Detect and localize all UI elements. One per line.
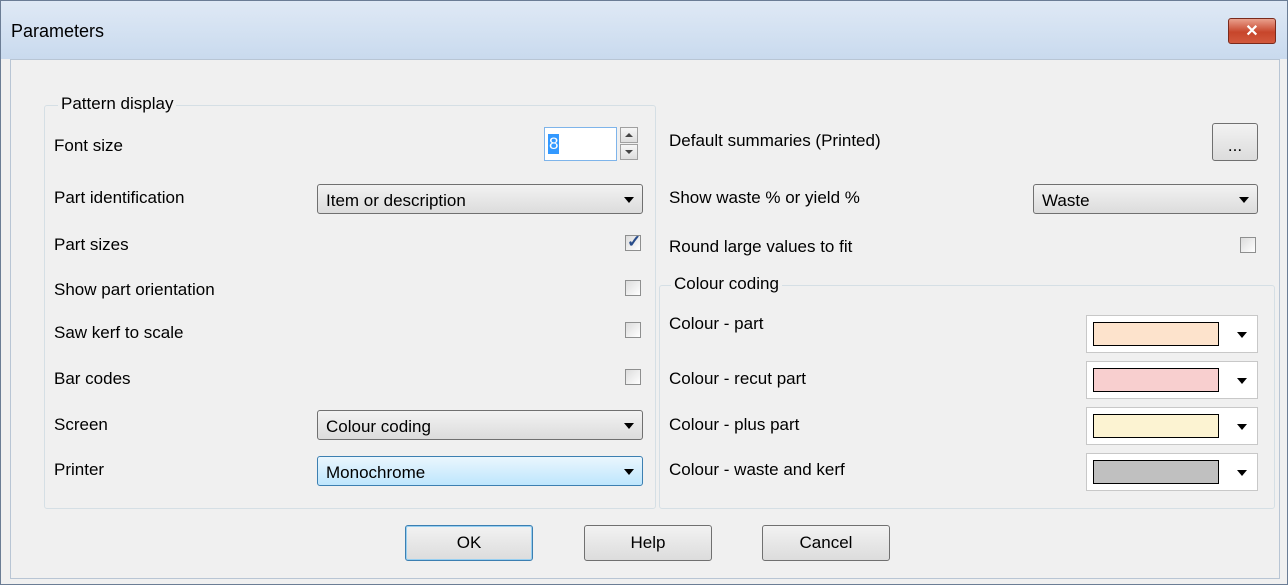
colour-recut-swatch xyxy=(1093,368,1219,392)
dialog-title: Parameters xyxy=(11,21,105,41)
parameters-dialog: Parameters ✕ Pattern display Font size 8… xyxy=(0,0,1288,585)
arrow-down-icon xyxy=(625,150,633,154)
chevron-down-icon xyxy=(1237,424,1247,430)
part-identification-select[interactable]: Item or description xyxy=(317,184,643,214)
show-part-orientation-checkbox[interactable] xyxy=(625,280,641,296)
arrow-up-icon xyxy=(625,133,633,137)
chevron-down-icon xyxy=(624,469,634,475)
colour-plus-picker[interactable] xyxy=(1086,407,1258,445)
colour-recut-label: Colour - recut part xyxy=(669,369,806,388)
colour-plus-label: Colour - plus part xyxy=(669,415,800,434)
part-identification-label: Part identification xyxy=(54,188,185,207)
part-identification-value: Item or description xyxy=(326,191,466,210)
ok-button[interactable]: OK xyxy=(405,525,533,561)
colour-part-label: Colour - part xyxy=(669,314,764,333)
colour-waste-picker[interactable] xyxy=(1086,453,1258,491)
colour-waste-label: Colour - waste and kerf xyxy=(669,460,845,479)
printer-select[interactable]: Monochrome xyxy=(317,456,643,486)
part-sizes-label: Part sizes xyxy=(54,235,129,254)
font-size-input[interactable]: 8 xyxy=(544,127,617,161)
saw-kerf-checkbox[interactable] xyxy=(625,322,641,338)
chevron-down-icon xyxy=(1237,332,1247,338)
help-label: Help xyxy=(630,533,666,552)
help-button[interactable]: Help xyxy=(584,525,712,561)
chevron-down-icon xyxy=(1237,378,1247,384)
pattern-display-group xyxy=(44,105,656,509)
spin-down-button[interactable] xyxy=(620,144,638,160)
bar-codes-checkbox[interactable] xyxy=(625,369,641,385)
chevron-down-icon xyxy=(1239,197,1249,203)
saw-kerf-label: Saw kerf to scale xyxy=(54,323,184,342)
font-size-label: Font size xyxy=(54,136,123,155)
chevron-down-icon xyxy=(624,197,634,203)
waste-yield-select[interactable]: Waste xyxy=(1033,184,1258,214)
show-part-orientation-label: Show part orientation xyxy=(54,280,215,299)
dialog-client: Pattern display Font size 8 Part identif… xyxy=(10,59,1280,579)
colour-plus-swatch xyxy=(1093,414,1219,438)
waste-yield-value: Waste xyxy=(1042,191,1090,210)
colour-part-swatch xyxy=(1093,322,1219,346)
waste-yield-label: Show waste % or yield % xyxy=(669,188,860,207)
cancel-label: Cancel xyxy=(799,533,853,552)
font-size-spinner[interactable] xyxy=(620,127,638,161)
screen-select[interactable]: Colour coding xyxy=(317,410,643,440)
colour-waste-swatch xyxy=(1093,460,1219,484)
colour-recut-picker[interactable] xyxy=(1086,361,1258,399)
round-large-checkbox[interactable] xyxy=(1240,237,1256,253)
round-large-label: Round large values to fit xyxy=(669,237,853,256)
default-summaries-label: Default summaries (Printed) xyxy=(669,131,881,150)
screen-label: Screen xyxy=(54,415,108,434)
font-size-value: 8 xyxy=(548,134,560,154)
ellipsis-icon: ... xyxy=(1227,136,1243,155)
cancel-button[interactable]: Cancel xyxy=(762,525,890,561)
colour-coding-legend: Colour coding xyxy=(671,274,782,294)
screen-value: Colour coding xyxy=(326,417,431,436)
printer-value: Monochrome xyxy=(326,463,426,482)
default-summaries-button[interactable]: ... xyxy=(1212,123,1258,161)
chevron-down-icon xyxy=(624,423,634,429)
checkmark-icon: ✓ xyxy=(627,232,642,251)
ok-label: OK xyxy=(456,533,482,552)
printer-label: Printer xyxy=(54,460,105,479)
title-bar[interactable]: Parameters ✕ xyxy=(1,1,1287,59)
part-sizes-checkbox[interactable]: ✓ xyxy=(625,232,642,251)
colour-part-picker[interactable] xyxy=(1086,315,1258,353)
chevron-down-icon xyxy=(1237,470,1247,476)
close-icon: ✕ xyxy=(1245,23,1259,40)
bar-codes-label: Bar codes xyxy=(54,369,131,388)
close-button[interactable]: ✕ xyxy=(1228,18,1276,44)
spin-up-button[interactable] xyxy=(620,127,638,143)
pattern-display-legend: Pattern display xyxy=(58,94,177,114)
